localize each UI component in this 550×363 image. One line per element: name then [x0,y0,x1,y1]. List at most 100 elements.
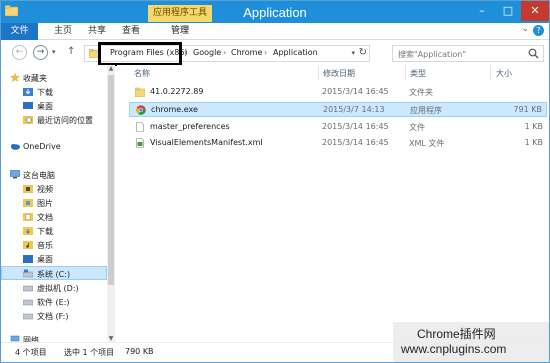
column-divider[interactable] [490,65,491,80]
desktop-icon [23,102,33,109]
ribbon-tabs: 文件 主页 共享 查看 管理 ⌄ ? [1,23,549,40]
recent-places-icon [23,116,33,124]
up-button[interactable]: ↑ [67,46,75,57]
sidebar-item-documents[interactable]: 文档 [1,210,107,224]
tab-home[interactable]: 主页 [48,23,78,40]
sidebar-item-this-pc[interactable]: 这台电脑 [1,168,107,182]
column-header-name[interactable]: 名称 [134,68,150,79]
file-list: 名称 修改日期 类型 大小 41.0.2272.89 2015/3/14 16:… [117,65,549,342]
breadcrumb-google[interactable]: Google [193,48,221,57]
drive-icon [23,299,33,306]
sidebar-item-drive-d[interactable]: 虚拟机 (D:) [1,281,107,295]
breadcrumb-application[interactable]: Application [273,48,318,57]
tab-manage[interactable]: 管理 [160,23,200,40]
sidebar-item-recent-places[interactable]: 最近访问的位置 [1,113,107,127]
videos-folder-icon [23,185,33,193]
ribbon-expand-icon[interactable]: ⌄ [521,24,529,34]
file-type: 应用程序 [410,106,442,115]
onedrive-icon [11,144,20,150]
address-bar[interactable]: Program Files (x86) › Google › Chrome › … [84,42,370,66]
column-divider[interactable] [405,65,406,80]
column-header-type[interactable]: 类型 [410,68,426,79]
sidebar-item-drive-f[interactable]: 文档 (F:) [1,309,107,323]
column-header-size[interactable]: 大小 [496,68,512,79]
breadcrumb-separator[interactable]: › [264,48,267,57]
drive-icon [23,285,33,292]
explorer-window: Application – □ ✕ 文件 主页 共享 查看 管理 ⌄ ? 应用程… [0,0,550,363]
file-size: 791 KB [513,105,542,114]
sidebar-item-desktop-pc[interactable]: 桌面 [1,252,107,266]
breadcrumb-separator[interactable]: › [184,48,187,57]
tab-file[interactable]: 文件 [1,23,38,40]
documents-folder-icon [23,213,33,221]
search-input[interactable]: 搜索"Application" [392,45,544,62]
window-title: Application [243,5,307,20]
file-name: VisualElementsManifest.xml [150,138,263,147]
forward-button[interactable]: → [33,45,48,60]
file-date: 2015/3/14 16:45 [322,138,389,147]
sidebar-item-downloads-pc[interactable]: 下载 [1,224,107,238]
refresh-icon[interactable]: ↻ [359,47,367,58]
sidebar-item-videos[interactable]: 视频 [1,182,107,196]
xml-file-icon [136,138,144,148]
sidebar-scroll-thumb[interactable] [108,75,114,285]
sidebar-item-favorites[interactable]: 收藏夹 [1,71,107,85]
sidebar-item-pictures[interactable]: 图片 [1,196,107,210]
breadcrumb-chrome[interactable]: Chrome [231,48,262,57]
file-size: 1 KB [524,122,543,131]
recent-locations-dropdown[interactable]: ▾ [52,48,56,56]
system-drive-icon [23,269,33,278]
file-date: 2015/3/14 16:45 [322,87,389,96]
maximize-button[interactable]: □ [495,1,521,21]
help-icon[interactable]: ? [533,25,544,36]
chrome-icon [136,105,146,115]
column-divider[interactable] [318,65,319,80]
selected-count: 选中 1 个项目 [64,348,115,357]
file-name: master_preferences [150,122,230,131]
file-name: 41.0.2272.89 [150,87,204,96]
scroll-up-icon[interactable]: ▲ [107,65,115,72]
file-type: 文件 [409,123,425,132]
sidebar-item-drive-c[interactable]: 系统 (C:) [1,266,107,280]
sidebar-item-desktop[interactable]: 桌面 [1,99,107,113]
file-row[interactable]: chrome.exe 2015/3/7 14:13 应用程序 791 KB [129,102,547,117]
column-header-date[interactable]: 修改日期 [323,68,355,79]
minimize-button[interactable]: – [469,1,495,21]
tab-share[interactable]: 共享 [82,23,112,40]
title-bar: Application – □ ✕ [1,1,549,23]
close-button[interactable]: ✕ [521,1,549,21]
sidebar-item-network[interactable]: 网络 [1,333,107,342]
sidebar-item-drive-e[interactable]: 软件 (E:) [1,295,107,309]
back-button[interactable]: ← [12,45,27,60]
search-placeholder: 搜索"Application" [398,50,467,59]
file-type: 文件夹 [409,88,433,97]
star-icon [10,73,20,82]
computer-icon [10,170,20,179]
tab-view[interactable]: 查看 [116,23,146,40]
file-size: 1 KB [524,138,543,147]
item-count: 4 个项目 [15,348,47,357]
watermark-line-2: www.cnplugins.com [401,342,507,356]
breadcrumb-highlight-box [98,42,182,66]
address-dropdown-icon[interactable]: ▾ [351,49,355,57]
sidebar-item-downloads[interactable]: 下载 [1,85,107,99]
folder-icon [135,87,145,97]
search-icon[interactable] [528,48,539,59]
downloads-folder-icon [23,227,33,235]
navigation-pane: 收藏夹 下载 桌面 最近访问的位置 OneDrive 这台电脑 视频 图片 文档… [1,65,115,342]
sidebar-item-music[interactable]: 音乐 [1,238,107,252]
file-type: XML 文件 [409,139,445,148]
file-icon [136,122,144,132]
scroll-down-icon[interactable]: ▼ [107,335,115,342]
selected-size: 790 KB [125,347,154,356]
file-row[interactable]: master_preferences 2015/3/14 16:45 文件 1 … [129,120,547,135]
file-name: chrome.exe [151,105,198,114]
file-row[interactable]: 41.0.2272.89 2015/3/14 16:45 文件夹 [129,85,547,100]
file-date: 2015/3/14 16:45 [322,122,389,131]
breadcrumb-separator[interactable]: › [223,48,226,57]
watermark: Chrome插件网 www.cnplugins.com [393,322,549,362]
sidebar-item-onedrive[interactable]: OneDrive [1,140,107,154]
pictures-folder-icon [23,199,33,207]
file-row[interactable]: VisualElementsManifest.xml 2015/3/14 16:… [129,136,547,151]
sidebar-scrollbar[interactable]: ▲ ▼ [107,65,115,342]
